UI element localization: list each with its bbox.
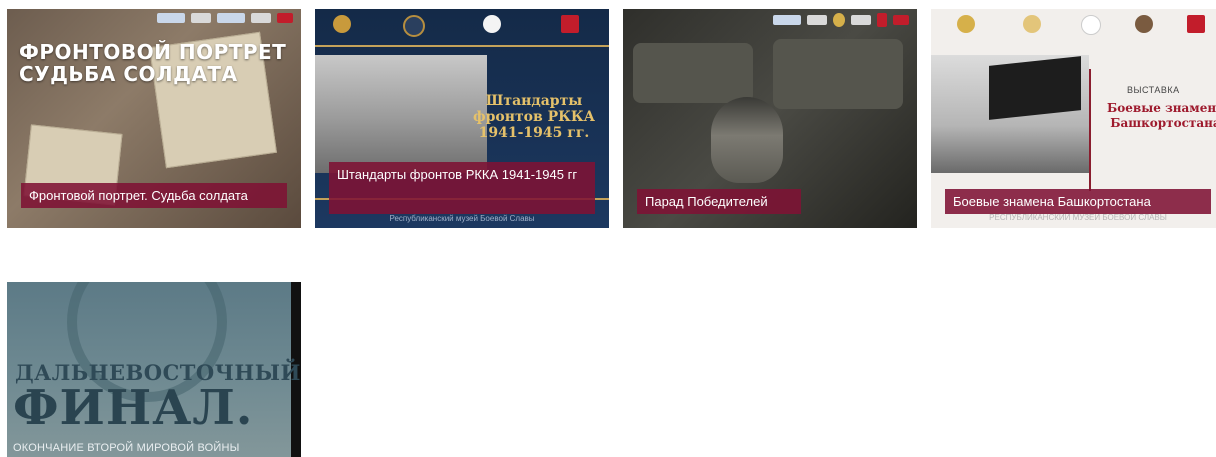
flag-image [989,56,1081,120]
exhibition-card-victory-parade[interactable]: Парад Победителей [623,9,917,228]
emblem-icon [333,15,351,33]
logo-icon [561,15,579,33]
partner-logos [157,13,293,23]
logo-icon [1187,15,1205,33]
divider [1089,69,1091,191]
emblem-icon [1023,15,1041,33]
card-image-footer: Республиканский музей Боевой Славы [389,214,535,223]
partner-logos [773,13,909,27]
card-image-footer: РЕСПУБЛИКАНСКИЙ МУЗЕЙ БОЕВОЙ СЛАВЫ [989,213,1167,222]
exhibition-card-far-east-finale[interactable]: ДАЛЬНЕВОСТОЧНЫЙ ФИНАЛ. ОКОНЧАНИЕ ВТОРОЙ … [7,282,301,457]
emblem-icon [1135,15,1153,33]
tank-image [633,43,753,103]
card-caption[interactable]: Фронтовой портрет. Судьба солдата [21,183,287,208]
exhibition-card-battle-banners[interactable]: ВЫСТАВКА Боевые знамена Башкортостана РЕ… [931,9,1216,228]
tank-image [773,39,903,109]
emblem-icon [957,15,975,33]
emblem-icon [483,15,501,33]
card-caption[interactable]: Парад Победителей [637,189,801,214]
card-caption[interactable]: Боевые знамена Башкортостана [945,189,1211,214]
emblem-icon [403,15,425,37]
card-image-label: ВЫСТАВКА [1127,85,1180,95]
exhibition-card-standards[interactable]: Штандарты фронтов РККА 1941-1945 гг. Рес… [315,9,609,228]
emblem-icon [1081,15,1101,35]
card-image-title-line2: ФИНАЛ. [13,380,254,436]
soldier-photo [711,97,783,183]
card-image-title: ФРОНТОВОЙ ПОРТРЕТ СУДЬБА СОЛДАТА [19,40,287,86]
card-image-title: Штандарты фронтов РККА 1941-1945 гг. [472,93,595,141]
card-caption[interactable]: Штандарты фронтов РККА 1941-1945 гг [329,162,595,214]
card-image-subtitle: ОКОНЧАНИЕ ВТОРОЙ МИРОВОЙ ВОЙНЫ [13,442,240,454]
divider [315,45,609,47]
card-image-title: Боевые знамена Башкортостана [1107,101,1216,130]
parade-photo [315,55,487,173]
exhibition-card-frontline-portrait[interactable]: ФРОНТОВОЙ ПОРТРЕТ СУДЬБА СОЛДАТА Фронтов… [7,9,301,228]
